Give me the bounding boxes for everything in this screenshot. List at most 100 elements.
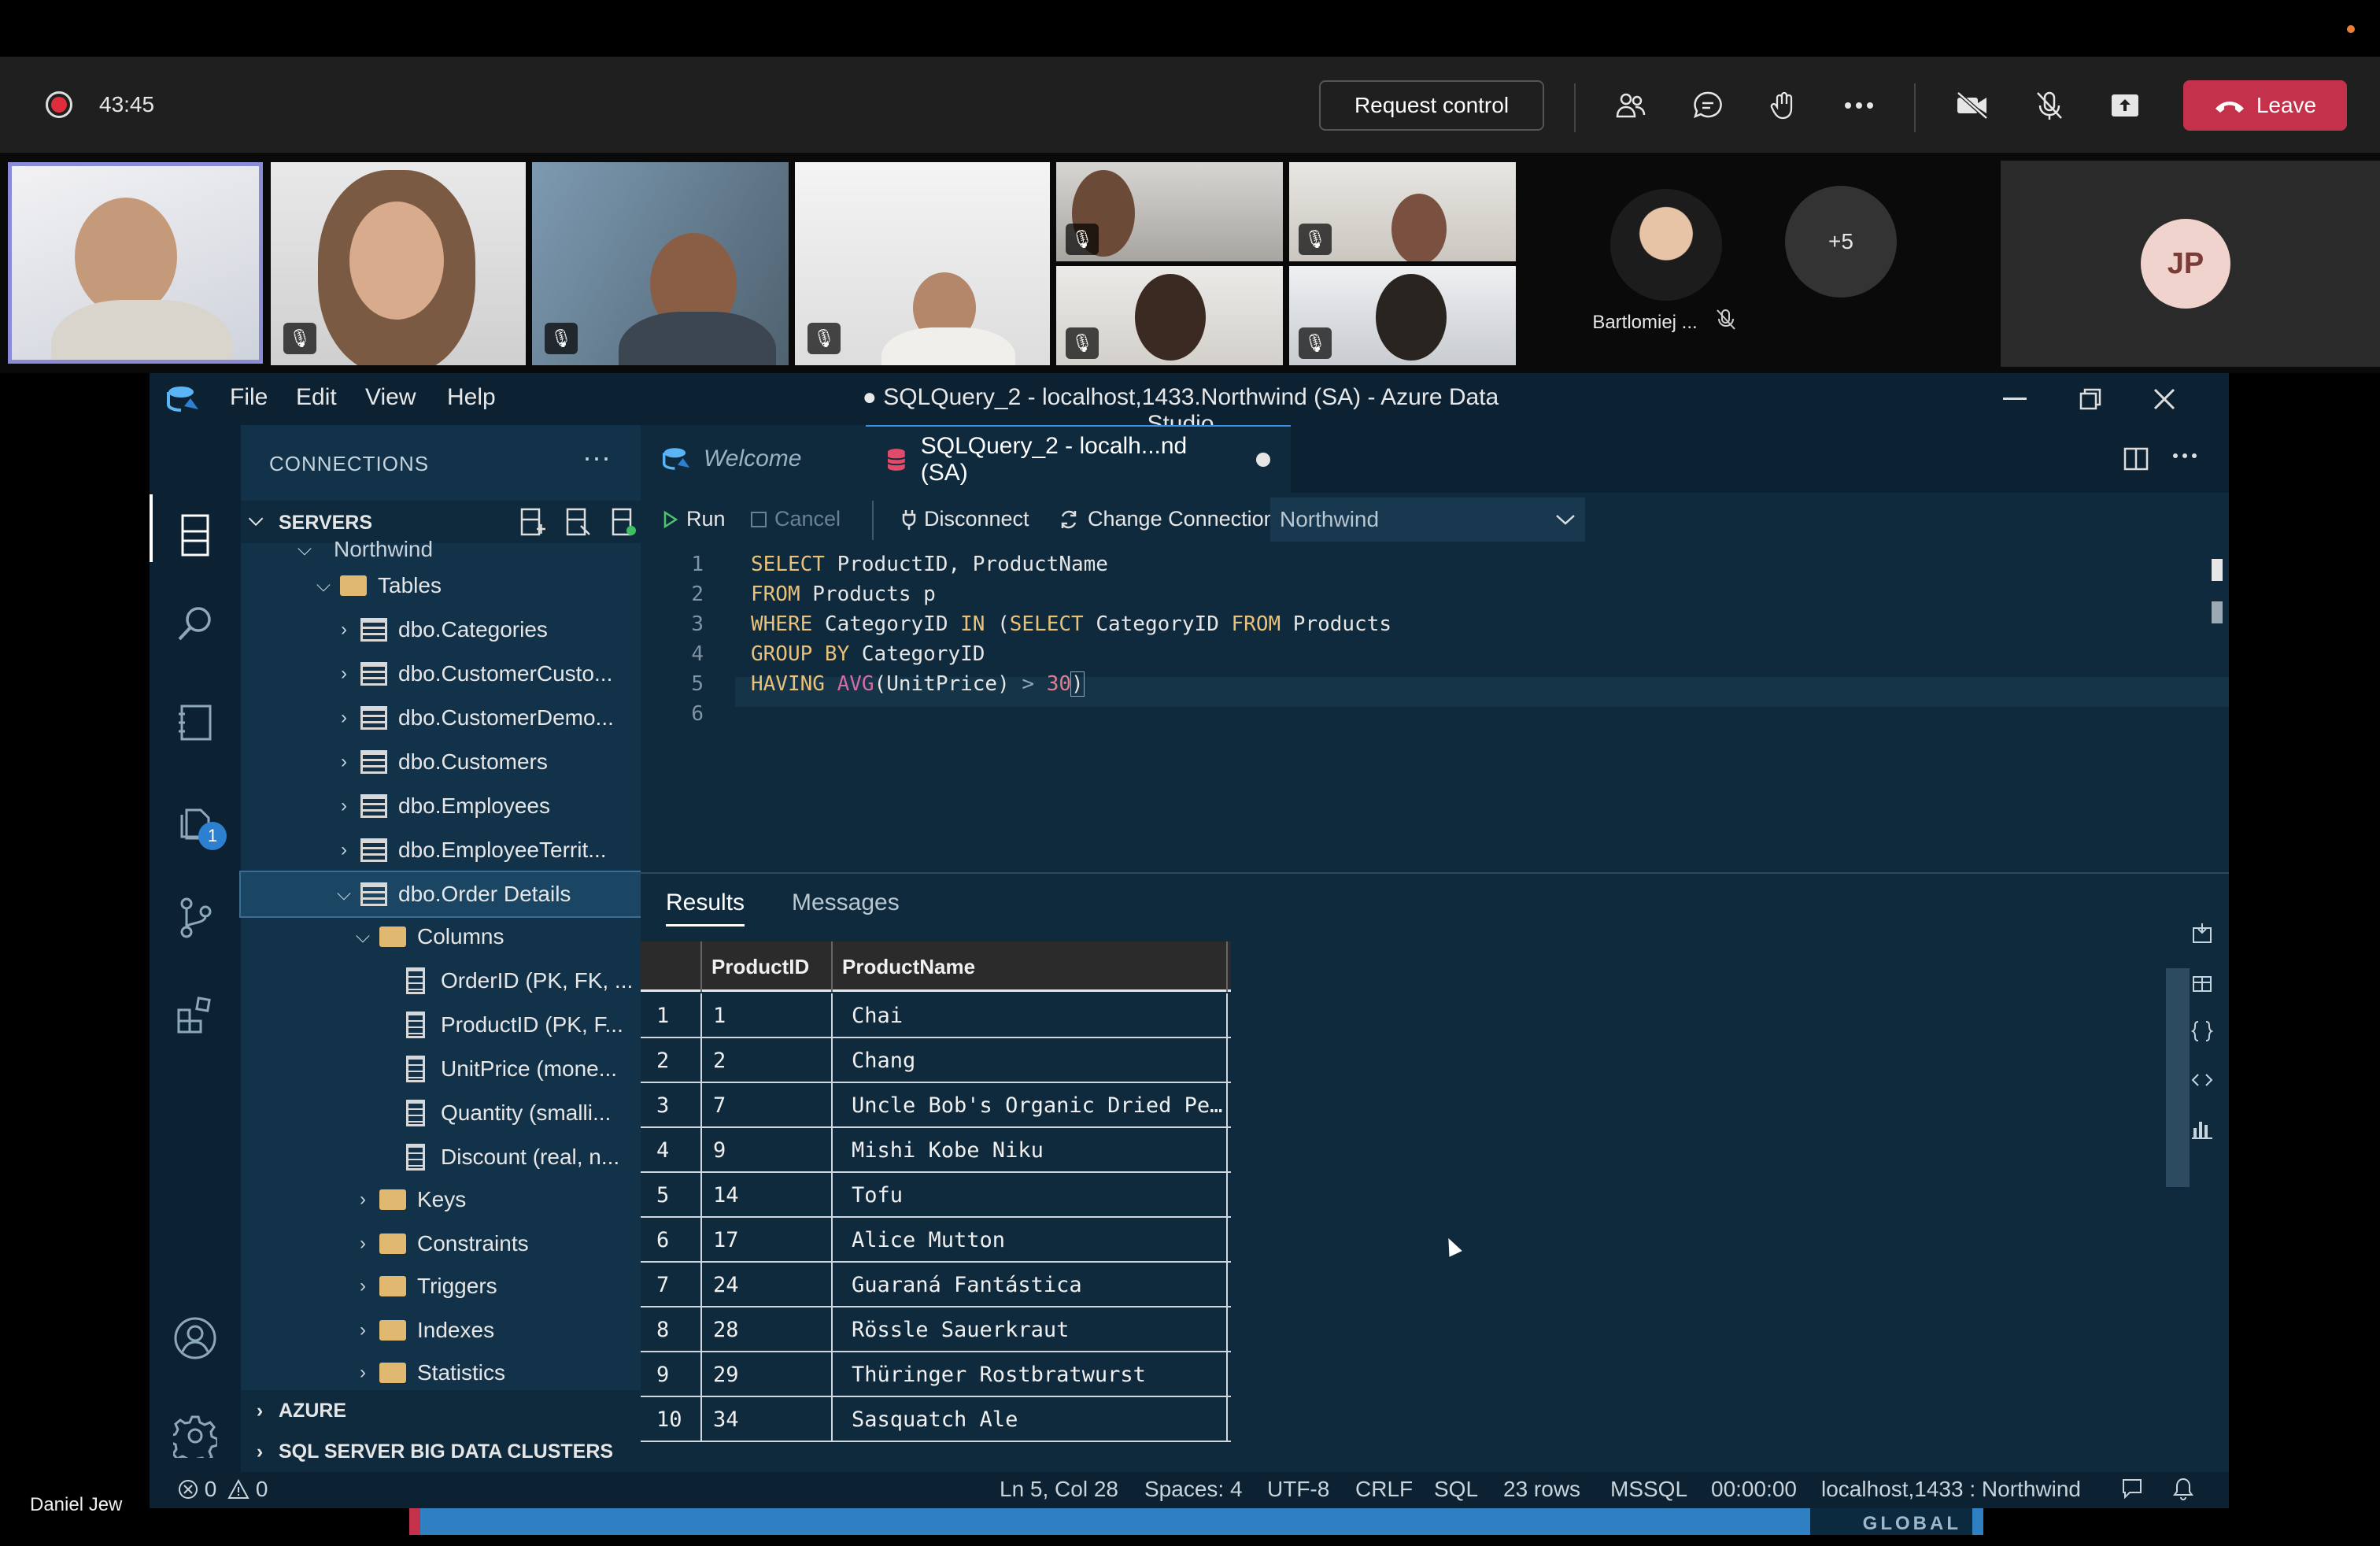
connections-icon[interactable] — [168, 509, 222, 562]
tree-item-table[interactable]: › dbo.CustomerDemo... — [241, 696, 641, 740]
tree-item-constraints[interactable]: › Constraints — [241, 1222, 641, 1266]
participant-video-tile[interactable] — [8, 162, 263, 364]
disconnect-button[interactable]: Disconnect — [902, 507, 1029, 531]
overflow-participants-button[interactable]: +5 — [1785, 186, 1897, 298]
cell-productname[interactable]: Thüringer Rostbratwurst — [834, 1352, 1228, 1397]
cell-productid[interactable]: 2 — [704, 1038, 833, 1083]
tree-item-table[interactable]: › dbo.Categories — [241, 608, 641, 652]
share-icon[interactable] — [2100, 80, 2150, 131]
cell-productname[interactable]: Sasquatch Ale — [834, 1397, 1228, 1442]
notifications-bell-icon[interactable] — [2172, 1477, 2194, 1506]
cell-productid[interactable]: 7 — [704, 1083, 833, 1128]
tree-item-indexes[interactable]: › Indexes — [241, 1308, 641, 1352]
results-scrollbar[interactable] — [2166, 968, 2190, 1187]
change-connection-button[interactable]: Change Connection — [1058, 507, 1276, 531]
restore-icon[interactable] — [2067, 379, 2114, 419]
more-actions-icon[interactable] — [2172, 449, 2197, 463]
settings-gear-icon[interactable] — [168, 1409, 222, 1463]
tree-item-table-selected[interactable]: ⌵ dbo.Order Details — [239, 871, 642, 918]
line-ending[interactable]: CRLF — [1355, 1477, 1413, 1502]
cell-productid[interactable]: 14 — [704, 1173, 833, 1218]
cell-productid[interactable]: 17 — [704, 1218, 833, 1263]
encoding[interactable]: UTF-8 — [1267, 1477, 1329, 1502]
participant-video-tile[interactable]: 🎙 — [271, 162, 526, 365]
provider[interactable]: MSSQL — [1610, 1477, 1687, 1502]
tree-item-table[interactable]: › dbo.CustomerCusto... — [241, 652, 641, 696]
tree-item-columns[interactable]: ⌵ Columns — [241, 915, 641, 959]
table-row[interactable]: 8 28 Rössle Sauerkraut — [641, 1307, 1231, 1352]
connection-status[interactable]: localhost,1433 : Northwind — [1821, 1477, 2081, 1502]
participant-video-tile[interactable]: 🎙 — [1056, 266, 1283, 365]
table-row[interactable]: 3 7 Uncle Bob's Organic Dried Pe… — [641, 1083, 1231, 1128]
minimap-slider[interactable] — [2212, 601, 2223, 623]
table-row[interactable]: 7 24 Guaraná Fantástica — [641, 1263, 1231, 1307]
tree-item-column[interactable]: Discount (real, n... — [241, 1135, 641, 1179]
code-editor[interactable]: 1 2 3 4 5 6 SELECT ProductID, ProductNam… — [641, 548, 2229, 872]
big-data-section-header[interactable]: › SQL SERVER BIG DATA CLUSTERS — [241, 1431, 641, 1472]
chart-icon[interactable] — [2185, 1111, 2219, 1146]
participant-video-tile[interactable]: 🎙 — [532, 162, 789, 365]
cell-productname[interactable]: Mishi Kobe Niku — [834, 1128, 1228, 1173]
tab-sqlquery[interactable]: SQLQuery_2 - localh...nd (SA) — [866, 425, 1291, 493]
problems-indicator[interactable]: 0 0 — [178, 1477, 268, 1502]
tree-item-column[interactable]: ProductID (PK, F... — [241, 1003, 641, 1047]
azure-section-header[interactable]: › AZURE — [241, 1390, 641, 1431]
participant-video-tile[interactable]: 🎙 — [1289, 162, 1516, 261]
cell-productname[interactable]: Rössle Sauerkraut — [834, 1307, 1228, 1352]
tree-item-northwind[interactable]: ⌵ Northwind — [241, 535, 641, 564]
unsaved-dot-icon[interactable] — [1256, 453, 1270, 467]
participant-avatar[interactable] — [1610, 189, 1722, 301]
cursor-position[interactable]: Ln 5, Col 28 — [1000, 1477, 1118, 1502]
participant-video-tile[interactable]: 🎙 — [1056, 162, 1283, 261]
menu-file[interactable]: File — [230, 384, 268, 411]
tree-item-table[interactable]: › dbo.Employees — [241, 784, 641, 828]
cell-productid[interactable]: 29 — [704, 1352, 833, 1397]
save-as-xml-icon[interactable] — [2185, 1063, 2219, 1097]
table-row[interactable]: 5 14 Tofu — [641, 1173, 1231, 1218]
column-header[interactable]: ProductID — [704, 941, 833, 992]
database-select[interactable]: Northwind — [1270, 497, 1585, 542]
chat-icon[interactable] — [1683, 80, 1733, 131]
tab-results[interactable]: Results — [666, 890, 745, 926]
save-as-csv-icon[interactable] — [2185, 916, 2219, 951]
table-row[interactable]: 10 34 Sasquatch Ale — [641, 1397, 1231, 1442]
cell-productid[interactable]: 9 — [704, 1128, 833, 1173]
save-as-json-icon[interactable] — [2185, 1014, 2219, 1049]
mic-off-icon[interactable] — [2024, 80, 2075, 131]
table-row[interactable]: 6 17 Alice Mutton — [641, 1218, 1231, 1263]
tree-item-keys[interactable]: › Keys — [241, 1178, 641, 1222]
leave-button[interactable]: Leave — [2183, 80, 2347, 131]
more-icon[interactable] — [1834, 80, 1884, 131]
tab-welcome[interactable]: Welcome — [641, 425, 866, 493]
results-grid[interactable]: ProductID ProductName 1 1 Chai 2 2 Chang 37U… — [641, 941, 1231, 1464]
camera-off-icon[interactable] — [1947, 80, 1998, 131]
tab-messages[interactable]: Messages — [792, 890, 900, 916]
extensions-icon[interactable] — [168, 989, 222, 1042]
cell-productname[interactable]: Guaraná Fantástica — [834, 1263, 1228, 1307]
request-control-button[interactable]: Request control — [1319, 80, 1544, 131]
tree-item-column[interactable]: OrderID (PK, FK, ... — [241, 959, 641, 1003]
account-icon[interactable] — [168, 1311, 222, 1365]
people-icon[interactable] — [1606, 80, 1656, 131]
language-mode[interactable]: SQL — [1434, 1477, 1478, 1502]
cell-productid[interactable]: 1 — [704, 993, 833, 1038]
raise-hand-icon[interactable] — [1758, 80, 1809, 131]
cell-productname[interactable]: Chang — [834, 1038, 1228, 1083]
minimap-slider[interactable] — [2212, 559, 2223, 581]
search-icon[interactable] — [168, 597, 222, 650]
indentation[interactable]: Spaces: 4 — [1144, 1477, 1243, 1502]
tree-item-column[interactable]: Quantity (smalli... — [241, 1091, 641, 1135]
menu-edit[interactable]: Edit — [296, 384, 337, 411]
cell-productname[interactable]: Uncle Bob's Organic Dried Pe… — [834, 1083, 1228, 1128]
close-icon[interactable] — [2141, 379, 2188, 419]
menu-help[interactable]: Help — [447, 384, 496, 411]
tree-item-tables[interactable]: ⌵ Tables — [241, 564, 641, 608]
table-row[interactable]: 9 29 Thüringer Rostbratwurst — [641, 1352, 1231, 1397]
tree-item-table[interactable]: › dbo.EmployeeTerrit... — [241, 828, 641, 872]
minimize-icon[interactable] — [1991, 379, 2038, 419]
cell-productid[interactable]: 34 — [704, 1397, 833, 1442]
menu-view[interactable]: View — [365, 384, 416, 411]
cell-productname[interactable]: Alice Mutton — [834, 1218, 1228, 1263]
cell-productid[interactable]: 28 — [704, 1307, 833, 1352]
table-row[interactable]: 1 1 Chai — [641, 993, 1231, 1038]
